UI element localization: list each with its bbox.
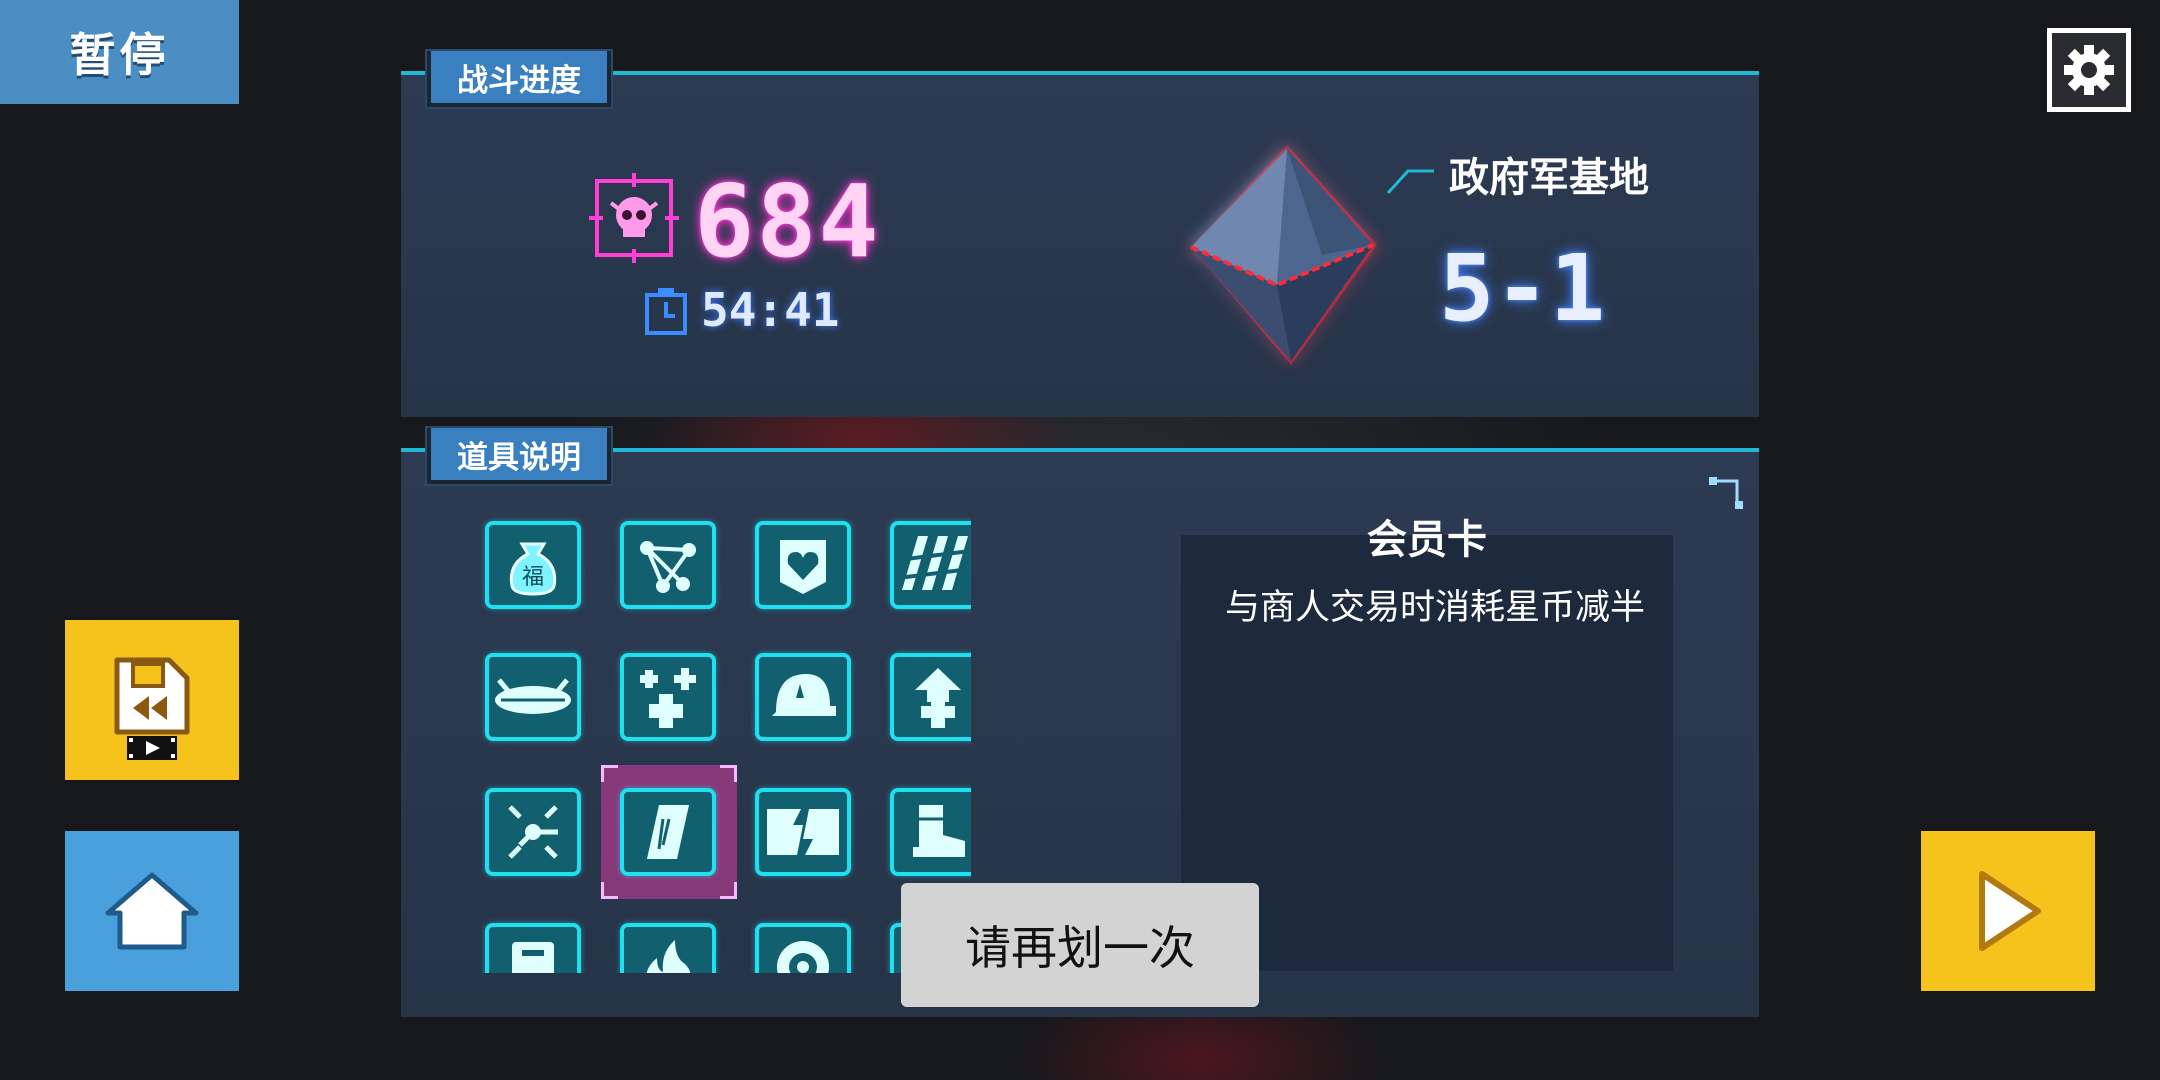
stage-number: 5-1: [1439, 235, 1606, 342]
item-slot[interactable]: [890, 788, 971, 876]
item-slot[interactable]: [620, 653, 716, 741]
item-slot[interactable]: [890, 653, 971, 741]
item-detail-text: 与商人交易时消耗星币减半: [1225, 588, 1646, 628]
elapsed-timer: 54:41: [701, 283, 840, 337]
selection-corner: [720, 882, 737, 899]
membership-card-icon: [647, 805, 689, 859]
item-slot[interactable]: [890, 521, 971, 609]
saucer-icon: [495, 678, 571, 714]
play-icon: [1979, 871, 2041, 951]
item-slot[interactable]: [620, 521, 716, 609]
cabinet-icon: [512, 942, 554, 973]
heart-shield-icon: [780, 540, 826, 594]
selection-corner: [601, 882, 618, 899]
target-split-icon: [508, 805, 558, 859]
fortune-glyph: 福: [522, 565, 544, 590]
broken-block-icon: [767, 809, 839, 855]
selection-corner: [720, 765, 737, 782]
item-description-label: 道具说明: [427, 428, 611, 484]
helmet-icon: [772, 674, 836, 716]
stopwatch-icon: [645, 288, 687, 335]
home-icon: [105, 872, 199, 950]
battle-progress-panel: 战斗进度 684 54:41 政府军基地 5-1: [401, 51, 1759, 417]
item-grid[interactable]: 福: [481, 517, 971, 973]
kill-count: 684: [694, 163, 881, 280]
item-slot[interactable]: [620, 923, 716, 973]
selection-corner: [601, 765, 618, 782]
pause-title: 暂停: [0, 0, 239, 104]
item-slot[interactable]: [755, 923, 851, 973]
fire-icon: [646, 940, 691, 973]
boot-icon: [913, 805, 965, 857]
continue-button[interactable]: [1921, 831, 2095, 991]
item-slot[interactable]: [485, 788, 581, 876]
item-slot[interactable]: [755, 521, 851, 609]
item-slot[interactable]: 福: [485, 521, 581, 609]
battle-progress-label: 战斗进度: [427, 51, 611, 107]
item-detail-title: 会员卡: [1367, 517, 1487, 563]
expand-corner-icon[interactable]: [1709, 475, 1745, 511]
arrow-plus-icon: [915, 668, 961, 728]
location-name: 政府军基地: [1449, 155, 1649, 201]
item-slot[interactable]: [755, 788, 851, 876]
location-pointer-line: [1386, 169, 1434, 195]
home-button[interactable]: [65, 831, 239, 991]
replay-save-button[interactable]: [65, 620, 239, 780]
settings-button[interactable]: [2047, 28, 2131, 112]
crystal-icon: [1190, 145, 1377, 365]
wheel-icon: [777, 941, 829, 973]
fortune-bag-icon: 福: [509, 542, 557, 596]
plus-cluster-icon: [640, 668, 696, 728]
toast-message: 请再划一次: [901, 883, 1259, 1007]
item-slot[interactable]: [485, 923, 581, 973]
skull-target-icon: [589, 173, 679, 263]
item-slot[interactable]: [755, 653, 851, 741]
network-nodes-icon: [640, 541, 696, 593]
stripes-icon: [898, 536, 971, 590]
item-slot[interactable]: [485, 653, 581, 741]
save-rewind-icon: [114, 657, 190, 760]
item-slot-selected[interactable]: [620, 788, 716, 876]
gear-icon: [2064, 45, 2114, 95]
